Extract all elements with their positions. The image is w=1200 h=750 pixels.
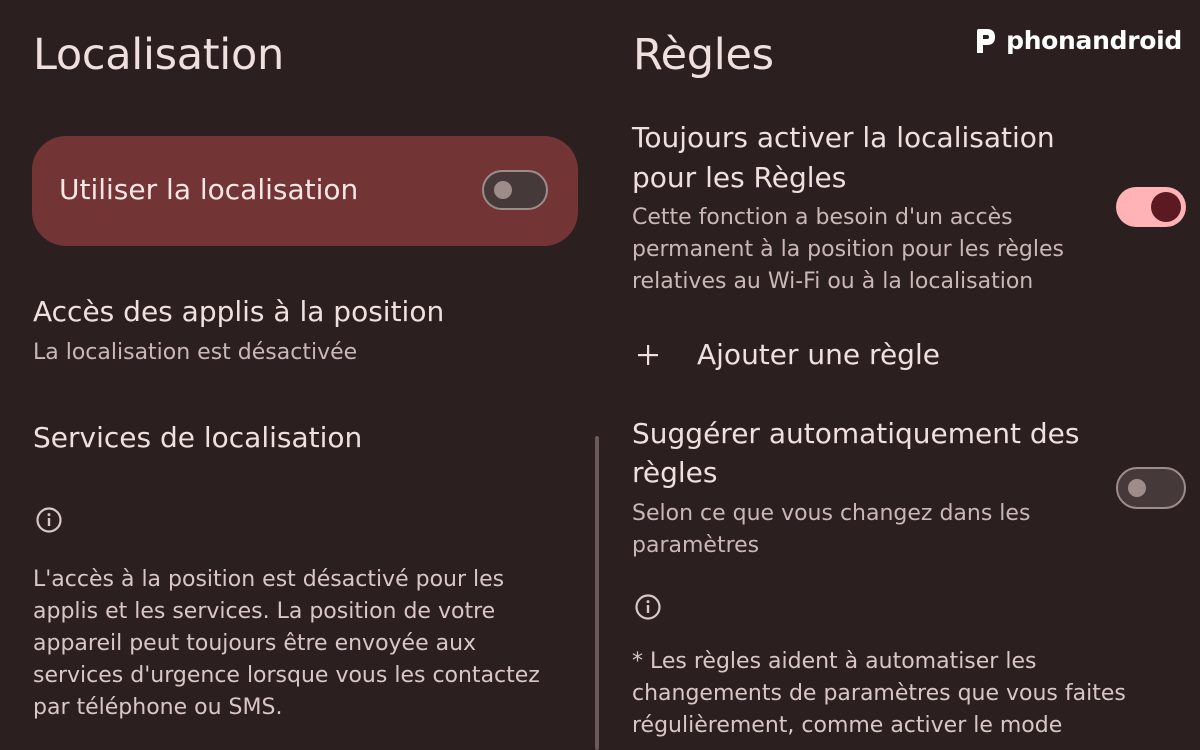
plus-icon — [638, 345, 658, 365]
use-location-label: Utiliser la localisation — [59, 173, 359, 206]
location-services-item[interactable]: Services de localisation — [33, 418, 362, 458]
always-location-title: Toujours activer la localisation — [632, 121, 1055, 154]
location-settings-panel: Localisation Utiliser la localisation Ac… — [0, 0, 596, 750]
app-location-access-subtitle: La localisation est désactivée — [33, 340, 358, 365]
page-title: Localisation — [33, 30, 284, 80]
add-rule-label: Ajouter une règle — [697, 338, 940, 371]
scrollbar[interactable] — [595, 436, 599, 750]
use-location-toggle-row[interactable]: Utiliser la localisation — [32, 136, 578, 246]
always-location-description: Cette fonction a besoin d'un accès — [632, 205, 1013, 230]
phonandroid-logo-icon — [977, 28, 996, 53]
info-icon — [36, 507, 62, 533]
rules-settings-panel: Règles Toujours activer la localisation … — [602, 0, 1200, 750]
info-line: régulièrement, comme activer le mode — [632, 713, 1063, 738]
suggest-rules-switch[interactable] — [1116, 467, 1186, 509]
info-line: appareil peut toujours être envoyée aux — [33, 631, 477, 656]
always-location-title: pour les Règles — [632, 161, 847, 194]
info-line: changements de paramètres que vous faite… — [632, 681, 1126, 706]
info-line: services d'urgence lorsque vous les cont… — [33, 663, 540, 688]
info-line: par téléphone ou SMS. — [33, 695, 283, 720]
suggest-rules-title: Suggérer automatiquement des — [632, 417, 1080, 450]
suggest-rules-description: Selon ce que vous changez dans les — [632, 501, 1031, 526]
always-location-description: relatives au Wi-Fi ou à la localisation — [632, 269, 1034, 294]
info-line: L'accès à la position est désactivé pour… — [33, 567, 505, 592]
suggest-rules-title: règles — [632, 456, 718, 489]
info-icon — [635, 594, 661, 620]
switch-thumb — [494, 181, 512, 199]
watermark-text: phonandroid — [1006, 26, 1182, 55]
use-location-switch[interactable] — [482, 170, 548, 210]
app-location-access-title: Accès des applis à la position — [33, 295, 445, 328]
switch-thumb — [1151, 192, 1181, 222]
phonandroid-watermark: phonandroid — [974, 26, 1182, 55]
info-line: * Les règles aident à automatiser les — [632, 649, 1037, 674]
switch-thumb — [1128, 479, 1146, 497]
always-location-description: permanent à la position pour les règles — [632, 237, 1064, 262]
always-location-switch[interactable] — [1116, 187, 1186, 227]
info-line: applis et les services. La position de v… — [33, 599, 496, 624]
page-title: Règles — [633, 30, 774, 80]
suggest-rules-description: paramètres — [632, 533, 760, 558]
